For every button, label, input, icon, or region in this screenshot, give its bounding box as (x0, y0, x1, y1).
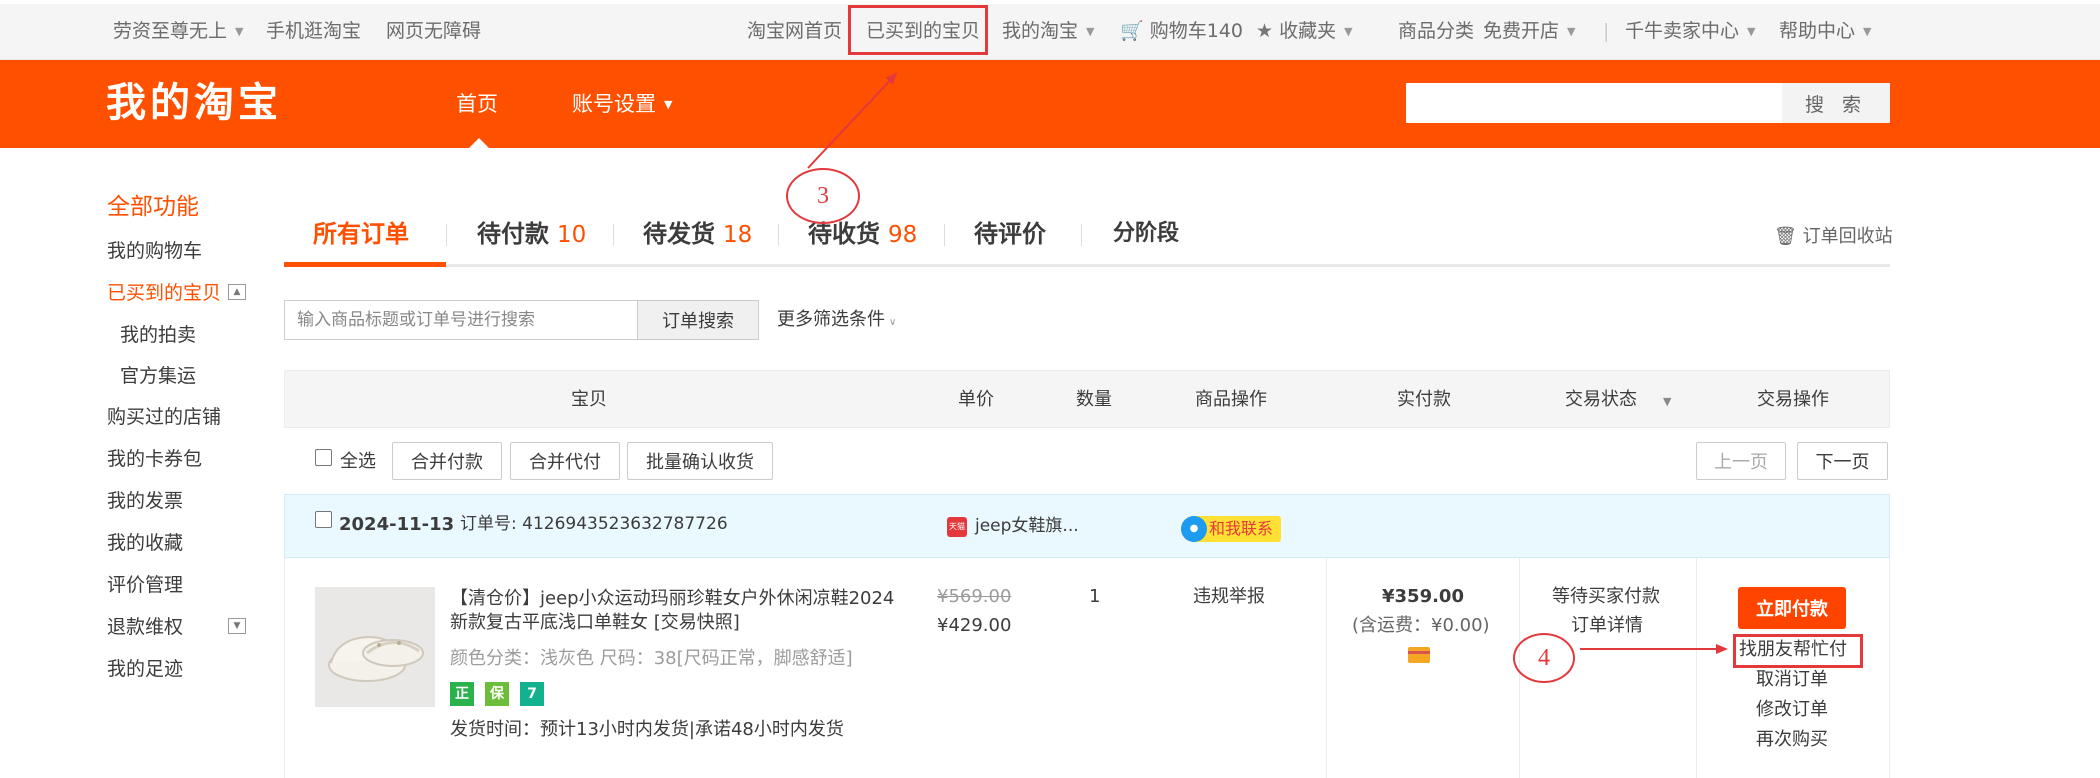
arrow-step3 (807, 72, 898, 169)
annotation-step4: 4 (1513, 633, 1575, 683)
annotation-arrows (807, 72, 1728, 654)
annotation-step3: 3 (786, 168, 860, 224)
